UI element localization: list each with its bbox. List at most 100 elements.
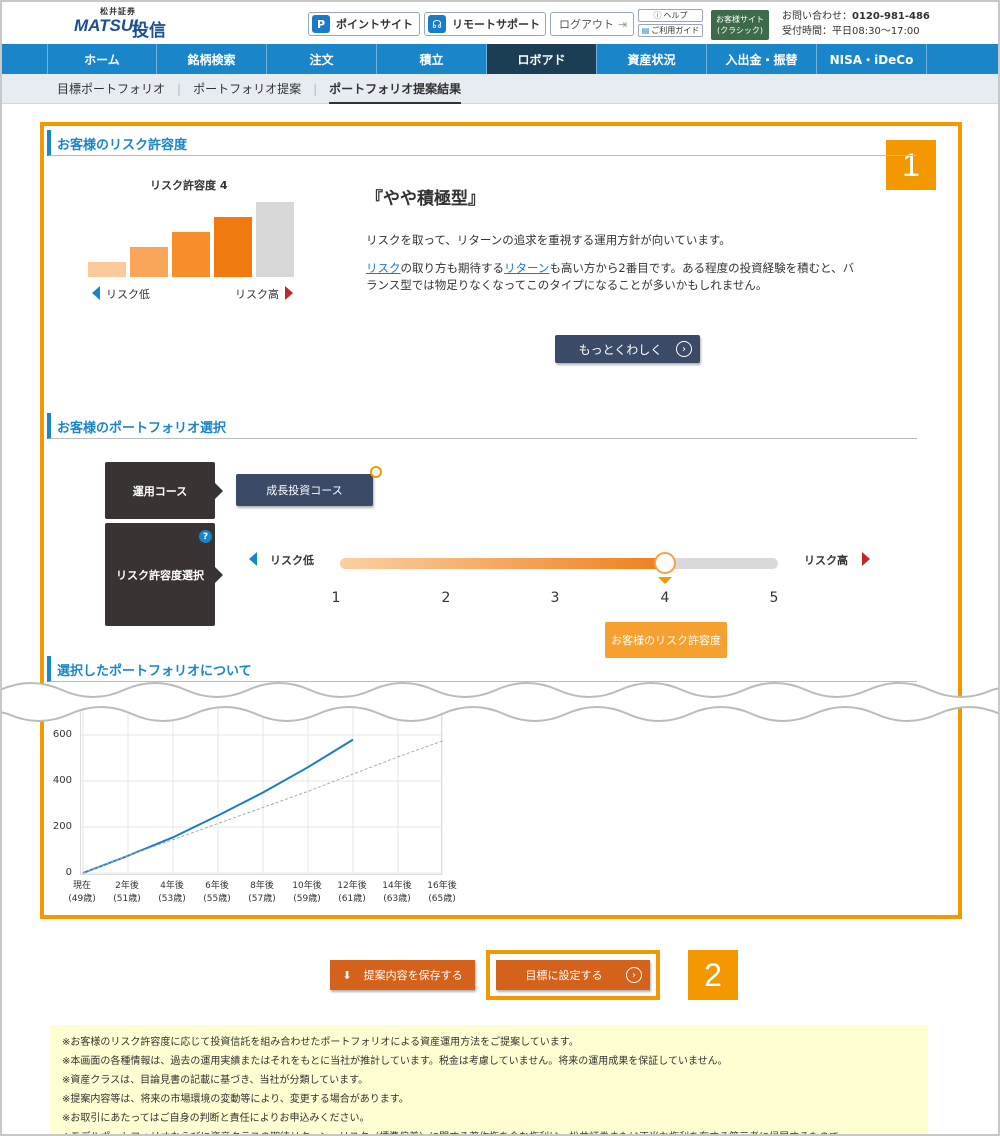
slider-tick-label: 1 (331, 590, 341, 606)
contact-label: お問い合わせ： (782, 11, 852, 22)
course-value-button[interactable]: 成長投資コース (236, 474, 373, 506)
risk-bar (172, 232, 210, 277)
x-tick-age: (53歳) (158, 894, 186, 904)
chart-x-tick-label: 6年後 (55歳) (195, 880, 239, 906)
risk-high-arrow-icon (285, 286, 293, 300)
risk-slider-fill (340, 558, 665, 569)
point-site-button[interactable]: P ポイントサイト (308, 12, 420, 36)
subnav-separator: | (313, 81, 318, 96)
nav-item[interactable]: 積立 (377, 44, 487, 74)
chart-x-tick-label: 16年後 (65歳) (420, 880, 464, 906)
risk-low-arrow-icon (92, 286, 100, 300)
your-risk-tolerance-tag: お客様のリスク許容度 (605, 622, 727, 658)
contact-hours: 受付時間：平日08:30〜17:00 (782, 26, 920, 37)
logo-main: MATSUI (74, 16, 138, 35)
save-proposal-label: 提案内容を保存する (363, 969, 463, 982)
chart-x-tick-label: 14年後 (63歳) (375, 880, 419, 906)
disclaimer-line: ※本画面の各種情報は、過去の運用実績またはそれをもとに当社が推計しています。税金… (62, 1056, 728, 1067)
classic-line1: お客様サイト (716, 15, 764, 24)
chart-x-tick-label: 12年後 (61歳) (330, 880, 374, 906)
nav-item[interactable]: 資産状況 (597, 44, 707, 74)
headset-icon: ☊ (428, 15, 446, 33)
subnav-item-target[interactable]: 目標ポートフォリオ (57, 80, 165, 97)
download-icon: ⬇ (342, 968, 352, 982)
remote-support-button[interactable]: ☊ リモートサポート (424, 12, 546, 36)
chart-x-tick-label: 8年後 (57歳) (240, 880, 284, 906)
guide-link[interactable]: ▤ ご利用ガイド (638, 24, 703, 37)
set-goal-label: 目標に設定する (525, 969, 603, 982)
nav-item[interactable]: ホーム (47, 44, 157, 74)
course-label-box: 運用コース (105, 462, 223, 519)
risk-high-label: リスク高 (235, 288, 279, 301)
subnav-item-result[interactable]: ポートフォリオ提案結果 (329, 73, 462, 104)
nav-item[interactable]: ロボアド (487, 44, 597, 74)
remote-support-label: リモートサポート (452, 18, 540, 31)
slider-tick-label: 4 (660, 590, 670, 606)
chart-x-tick-label: 4年後 (53歳) (150, 880, 194, 906)
desc-text-a: の取り方も期待する (400, 261, 505, 275)
risk-type-title: 『やや積極型』 (366, 189, 485, 209)
x-tick-period: 2年後 (115, 881, 139, 891)
disclaimer-notes: ※お客様のリスク許容度に応じて投資信託を組み合わせたポートフォリオによる資産運用… (50, 1025, 928, 1136)
x-tick-period: 14年後 (382, 881, 412, 891)
risk-description-1: リスクを取って、リターンの追求を重視する運用方針が向いています。 (366, 233, 731, 247)
projection-chart-svg (81, 700, 444, 874)
x-tick-age: (55歳) (203, 894, 231, 904)
disclaimer-line: ※提案内容等は、将来の市場環境の変動等により、変更する場合があります。 (62, 1094, 409, 1105)
risk-bar (214, 217, 252, 277)
nav-item[interactable]: 銘柄検索 (157, 44, 267, 74)
desc-text-c: ランス型では物足りなくなってこのタイプになることが多いかもしれません。 (366, 278, 768, 292)
risk-link[interactable]: リスク (366, 261, 401, 275)
logout-label: ログアウト (559, 18, 614, 31)
header: 松井証券 MATSUI 投信 P ポイントサイト ☊ リモートサポート ログアウ… (2, 2, 998, 44)
current-level-marker-icon (658, 577, 672, 584)
chart-y-tick-label: 200 (52, 821, 72, 832)
subnav-separator: | (177, 81, 182, 96)
help-question-icon[interactable]: ? (199, 530, 212, 543)
chart-x-tick-label: 現在 (49歳) (60, 880, 104, 906)
x-tick-period: 6年後 (205, 881, 229, 891)
x-tick-period: 4年後 (160, 881, 184, 891)
logout-icon: ⇥ (618, 17, 628, 31)
nav-item[interactable]: 入出金・振替 (707, 44, 817, 74)
logout-button[interactable]: ログアウト ⇥ (550, 12, 634, 36)
risk-bar (130, 247, 168, 277)
nav-item[interactable]: 注文 (267, 44, 377, 74)
risk-bar-chart (88, 200, 298, 277)
slider-tick-label: 2 (441, 590, 451, 606)
guide-label: ご利用ガイド (651, 26, 700, 35)
save-proposal-button[interactable]: ⬇ 提案内容を保存する (330, 960, 475, 990)
x-tick-age: (49歳) (68, 894, 96, 904)
subnav-item-proposal[interactable]: ポートフォリオ提案 (193, 80, 301, 97)
return-link[interactable]: リターン (504, 261, 549, 275)
disclaimer-line: ※資産クラスは、目論見書の記載に基づき、当社が分類しています。 (62, 1075, 369, 1086)
risk-slider-thumb[interactable] (654, 552, 676, 574)
risk-slider-track[interactable] (340, 558, 778, 569)
risk-chart-title: リスク許容度 4 (150, 179, 228, 192)
classic-site-button[interactable]: お客様サイト (クラシック) (711, 10, 769, 40)
projection-chart (80, 700, 444, 875)
risk-bar (256, 202, 294, 277)
logo-kanji: 投信 (132, 21, 166, 41)
risk-description-2: リスクの取り方も期待するリターンも高い方から2番目です。ある程度の投資経験を積む… (366, 260, 896, 294)
more-details-button[interactable]: もっとくわしく › (555, 335, 700, 363)
slider-high-arrow-icon (862, 552, 870, 566)
x-tick-age: (65歳) (428, 894, 456, 904)
set-goal-button[interactable]: 目標に設定する › (496, 960, 650, 990)
lightbulb-icon (370, 466, 382, 478)
help-label: ヘルプ (663, 11, 688, 20)
slider-low-label: リスク低 (270, 554, 314, 567)
x-tick-period: 8年後 (250, 881, 274, 891)
slider-low-arrow-icon (249, 552, 257, 566)
x-tick-period: 12年後 (337, 881, 367, 891)
matsui-logo[interactable]: 松井証券 MATSUI 投信 (72, 6, 172, 41)
nav-item[interactable]: NISA・iDeCo (817, 44, 927, 74)
guide-icon: ▤ (641, 26, 650, 35)
x-tick-age: (61歳) (338, 894, 366, 904)
classic-line2: (クラシック) (716, 26, 764, 35)
disclaimer-line: ※お客様のリスク許容度に応じて投資信託を組み合わせたポートフォリオによる資産運用… (62, 1037, 579, 1048)
help-link[interactable]: ⓘ ヘルプ (638, 9, 703, 22)
disclaimer-line: ※お取引にあたってはご自身の判断と責任によりお申込みください。 (62, 1113, 370, 1124)
contact-info: お問い合わせ：0120-981-486 受付時間：平日08:30〜17:00 (782, 9, 930, 39)
chart-y-tick-label: 400 (52, 775, 72, 786)
